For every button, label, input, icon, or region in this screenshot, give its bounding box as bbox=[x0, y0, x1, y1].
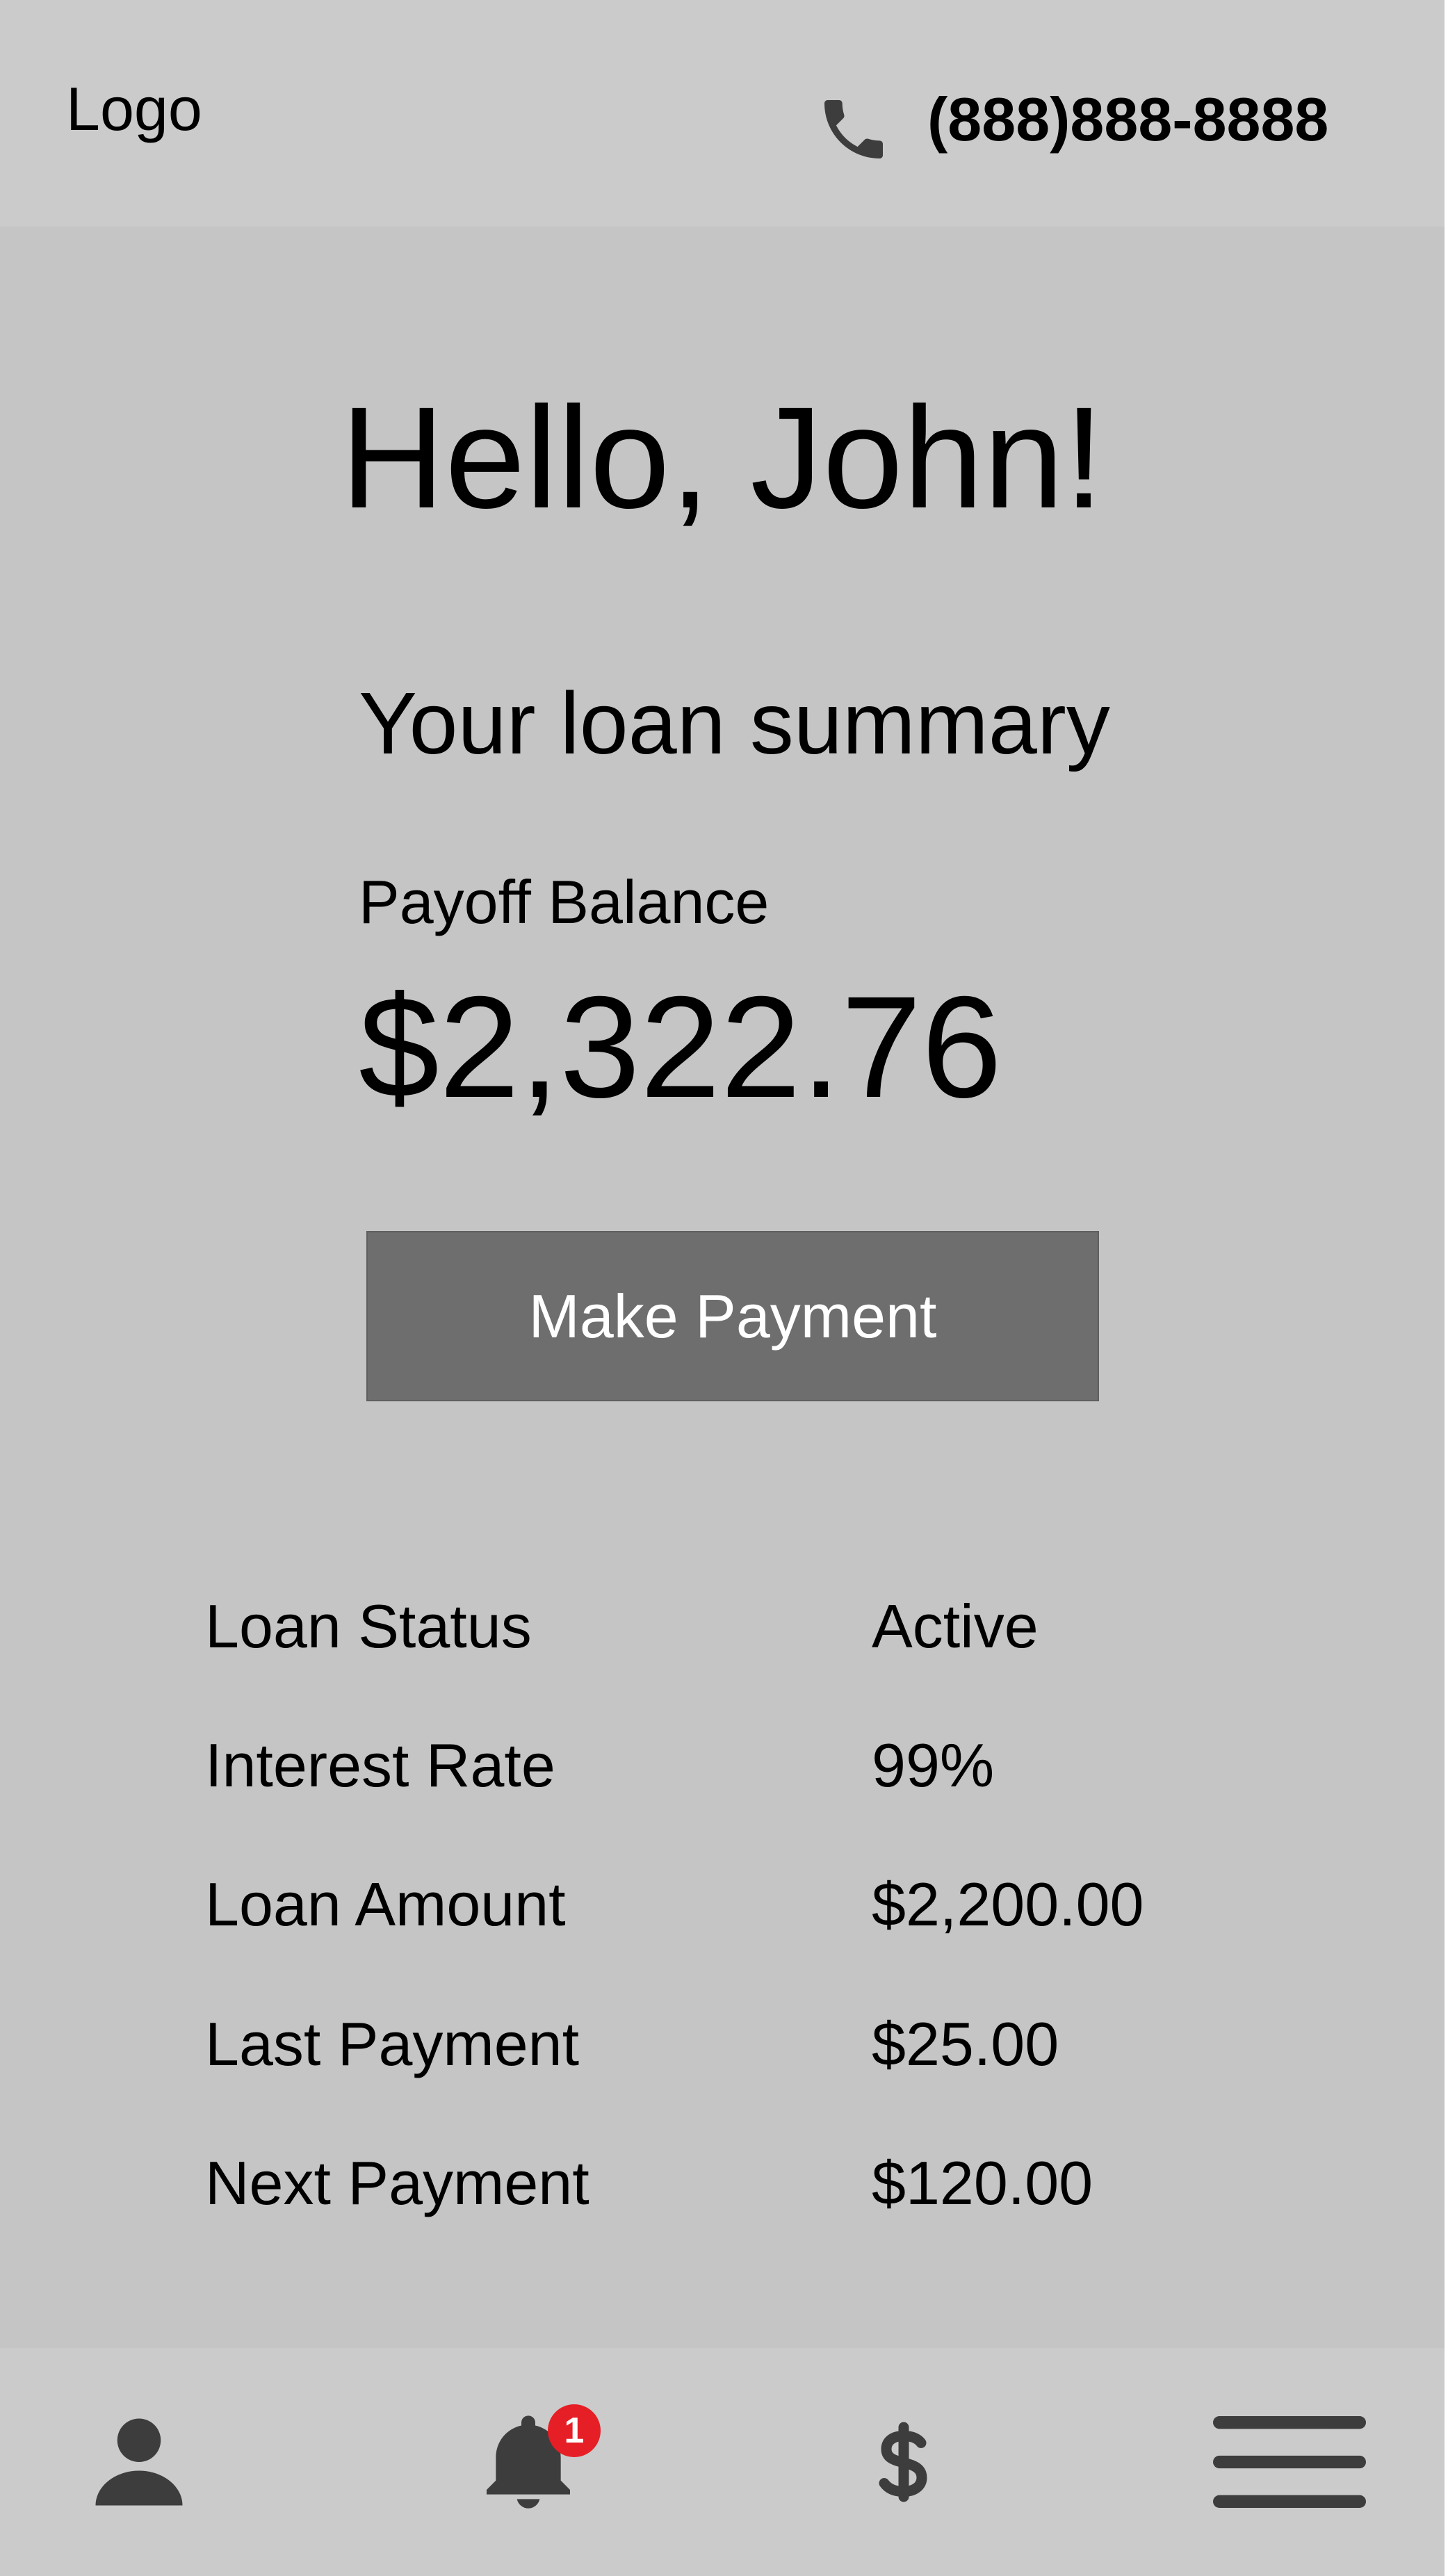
logo[interactable]: Logo bbox=[66, 79, 202, 140]
payoff-balance-value: $2,322.76 bbox=[359, 967, 1002, 1128]
greeting-heading: Hello, John! bbox=[340, 377, 1105, 539]
payoff-balance-label: Payoff Balance bbox=[359, 867, 770, 936]
hamburger-menu-icon bbox=[1213, 2416, 1366, 2508]
last-payment-label: Last Payment bbox=[205, 2010, 580, 2078]
notification-badge: 1 bbox=[548, 2404, 601, 2457]
loan-status-value: Active bbox=[872, 1592, 1039, 1661]
app-header: Logo (888)888-8888 bbox=[0, 0, 1445, 227]
make-payment-button[interactable]: Make Payment bbox=[366, 1231, 1099, 1401]
loan-amount-row: Loan Amount $2,200.00 bbox=[0, 1874, 1445, 1957]
loan-amount-label: Loan Amount bbox=[205, 1870, 566, 1939]
loan-amount-value: $2,200.00 bbox=[872, 1870, 1144, 1939]
last-payment-row: Last Payment $25.00 bbox=[0, 2014, 1445, 2097]
next-payment-row: Next Payment $120.00 bbox=[0, 2153, 1445, 2236]
bell-button[interactable]: 1 bbox=[473, 2403, 601, 2521]
next-payment-value: $120.00 bbox=[872, 2149, 1093, 2217]
nav-menu[interactable] bbox=[1196, 2348, 1383, 2576]
app-root: Logo (888)888-8888 Hello, John! Your loa… bbox=[0, 0, 1448, 2576]
dollar-icon bbox=[879, 2422, 927, 2502]
nav-profile[interactable] bbox=[76, 2348, 202, 2576]
interest-rate-value: 99% bbox=[872, 1731, 995, 1800]
user-icon bbox=[95, 2418, 183, 2506]
nav-payments[interactable] bbox=[841, 2348, 966, 2576]
phone-icon[interactable] bbox=[815, 90, 893, 168]
loan-status-label: Loan Status bbox=[205, 1592, 532, 1661]
nav-notifications[interactable]: 1 bbox=[459, 2348, 601, 2576]
bottom-navigation: 1 bbox=[0, 2348, 1445, 2576]
interest-rate-row: Interest Rate 99% bbox=[0, 1735, 1445, 1818]
next-payment-label: Next Payment bbox=[205, 2149, 589, 2217]
loan-status-row: Loan Status Active bbox=[0, 1596, 1445, 1679]
loan-summary-title: Your loan summary bbox=[359, 674, 1110, 772]
last-payment-value: $25.00 bbox=[872, 2010, 1059, 2078]
phone-number-link[interactable]: (888)888-8888 bbox=[927, 89, 1328, 150]
loan-dashboard-screen: Logo (888)888-8888 Hello, John! Your loa… bbox=[0, 0, 1445, 2576]
interest-rate-label: Interest Rate bbox=[205, 1731, 555, 1800]
